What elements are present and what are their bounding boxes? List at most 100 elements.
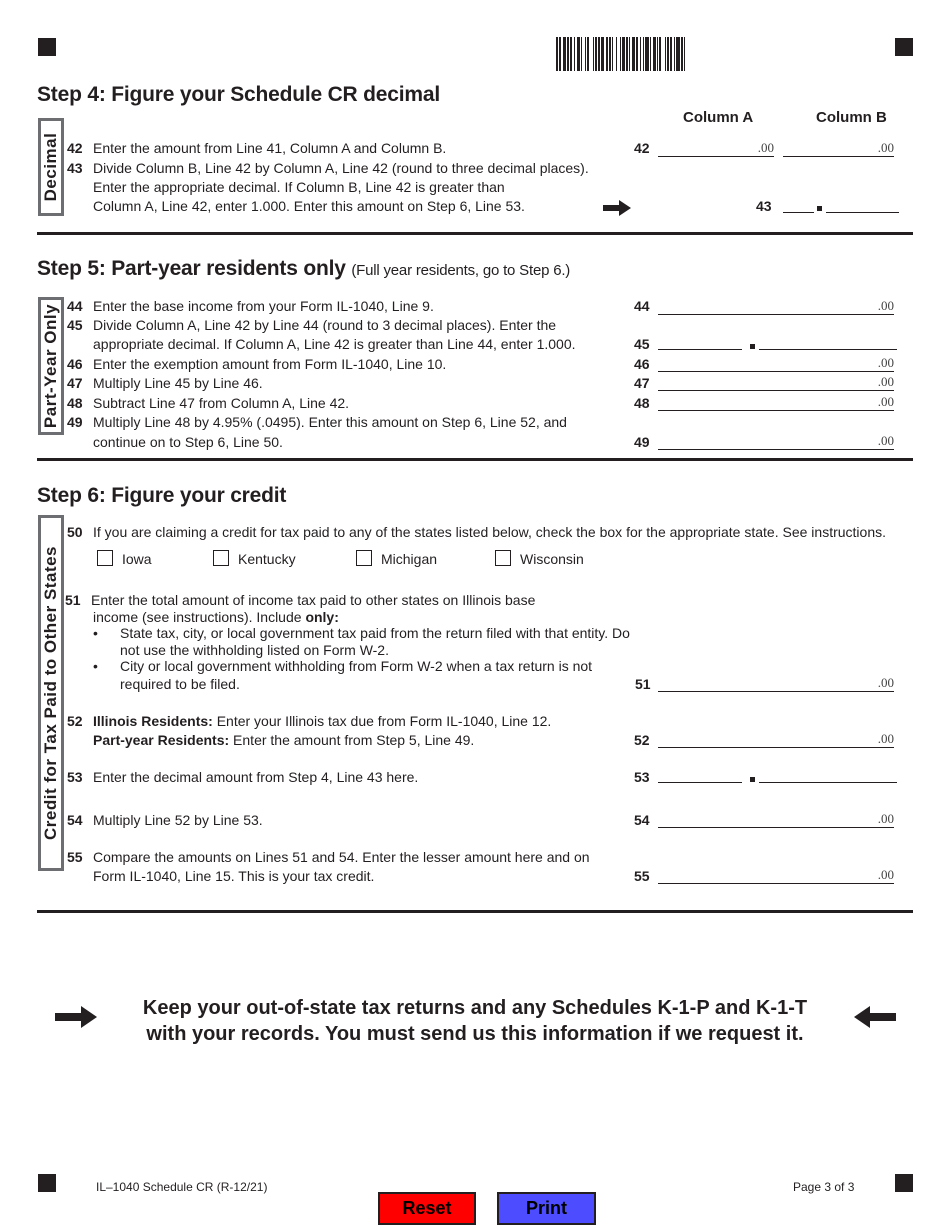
line-42-text: Enter the amount from Line 41, Column A … <box>93 140 447 156</box>
line-51-bullet2-text-cont: required to be filed. <box>120 676 240 692</box>
line-42-column-a-field[interactable]: .00 <box>658 140 774 157</box>
line-53-text: Enter the decimal amount from Step 4, Li… <box>93 769 419 785</box>
part-year-residents-label: Part-year Residents: <box>93 732 230 748</box>
line-55-text: Compare the amounts on Lines 51 and 54. … <box>93 849 590 865</box>
line-number-42: 42 <box>67 140 83 156</box>
line-42-column-b-field[interactable]: .00 <box>783 140 894 157</box>
cents-label: .00 <box>877 731 894 746</box>
print-button[interactable]: Print <box>497 1192 596 1225</box>
field-label-47: 47 <box>634 375 650 391</box>
line-number-48: 48 <box>67 395 83 411</box>
line-number-50: 50 <box>67 524 83 540</box>
line-49-input[interactable] <box>658 433 824 449</box>
barcode-bar <box>685 37 688 71</box>
line-51-text-cont: income (see instructions). Include only: <box>93 609 339 625</box>
step5-title: Step 5: Part-year residents only (Full y… <box>37 257 570 281</box>
line-52-field[interactable]: .00 <box>658 731 894 748</box>
section-divider <box>37 910 913 913</box>
line-52-text-cont: Part-year Residents: Enter the amount fr… <box>93 732 474 748</box>
registration-mark-bottom-left <box>38 1174 56 1192</box>
line-46-field[interactable]: .00 <box>658 355 894 372</box>
field-label-46: 46 <box>634 356 650 372</box>
part-year-side-label-box: Part-Year Only <box>38 297 64 435</box>
registration-mark-top-left <box>38 38 56 56</box>
line-number-49: 49 <box>67 414 83 430</box>
line-47-field[interactable]: .00 <box>658 374 894 391</box>
checkbox-michigan[interactable] <box>356 550 372 566</box>
line-44-input[interactable] <box>658 298 824 314</box>
line-number-54: 54 <box>67 812 83 828</box>
line-48-text: Subtract Line 47 from Column A, Line 42. <box>93 395 350 411</box>
cents-label: .00 <box>877 298 894 313</box>
line-51-only-bold: only: <box>305 609 339 625</box>
line-54-input[interactable] <box>658 811 824 827</box>
part-year-side-label: Part-Year Only <box>41 303 60 429</box>
barcode <box>556 37 752 71</box>
line-51-input[interactable] <box>658 675 824 691</box>
line-43-text: Divide Column B, Line 42 by Column A, Li… <box>93 160 589 176</box>
reset-button[interactable]: Reset <box>378 1192 476 1225</box>
page-number: Page 3 of 3 <box>793 1180 855 1194</box>
line-42-column-a-input[interactable] <box>658 140 740 156</box>
checkbox-label-michigan: Michigan <box>381 551 438 567</box>
line-52-text: Illinois Residents: Enter your Illinois … <box>93 713 551 729</box>
line-49-text-cont: continue on to Step 6, Line 50. <box>93 434 283 450</box>
field-label-42: 42 <box>634 140 650 156</box>
column-b-header: Column B <box>816 109 887 126</box>
checkbox-wisconsin[interactable] <box>495 550 511 566</box>
line-51-bullet1-text: State tax, city, or local government tax… <box>120 625 630 641</box>
credit-side-label-box: Credit for Tax Paid to Other States <box>38 515 64 871</box>
line-48-input[interactable] <box>658 394 824 410</box>
line-49-field[interactable]: .00 <box>658 433 894 450</box>
checkbox-iowa[interactable] <box>97 550 113 566</box>
form-identifier: IL–1040 Schedule CR (R-12/21) <box>96 1180 268 1194</box>
right-arrow-icon <box>55 1006 97 1028</box>
checkbox-kentucky[interactable] <box>213 550 229 566</box>
line-49-text: Multiply Line 48 by 4.95% (.0495). Enter… <box>93 414 567 430</box>
line-55-text-cont: Form IL-1040, Line 15. This is your tax … <box>93 868 375 884</box>
field-label-49: 49 <box>634 434 650 450</box>
records-notice: Keep your out-of-state tax returns and a… <box>100 995 850 1047</box>
line-43-decimal-field[interactable] <box>826 198 899 213</box>
line-55-input[interactable] <box>658 867 824 883</box>
field-label-52: 52 <box>634 732 650 748</box>
cents-label: .00 <box>877 811 894 826</box>
line-51-bullet2-text: City or local government withholding fro… <box>120 658 593 674</box>
line-46-input[interactable] <box>658 355 824 371</box>
line-43-text-cont2: Column A, Line 42, enter 1.000. Enter th… <box>93 198 525 214</box>
line-55-field[interactable]: .00 <box>658 867 894 884</box>
line-45-whole-field[interactable] <box>658 335 742 350</box>
line-number-52: 52 <box>67 713 83 729</box>
cents-label: .00 <box>877 394 894 409</box>
line-number-45: 45 <box>67 317 83 333</box>
line-54-field[interactable]: .00 <box>658 811 894 828</box>
decimal-point-icon <box>817 206 822 211</box>
line-42-column-b-input[interactable] <box>783 140 861 156</box>
step5-subtitle: (Full year residents, go to Step 6.) <box>351 262 571 279</box>
field-label-43: 43 <box>756 198 772 214</box>
line-number-51: 51 <box>65 592 81 608</box>
line-47-input[interactable] <box>658 374 824 390</box>
line-52-text-cont-plain: Enter the amount from Step 5, Line 49. <box>229 732 475 748</box>
line-number-43: 43 <box>67 160 83 176</box>
line-44-field[interactable]: .00 <box>658 298 894 315</box>
line-number-55: 55 <box>67 849 83 865</box>
cents-label: .00 <box>877 355 894 370</box>
line-53-decimal-field[interactable] <box>759 768 897 783</box>
step5-title-text: Step 5: Part-year residents only <box>37 257 346 280</box>
step4-title: Step 4: Figure your Schedule CR decimal <box>37 83 440 106</box>
line-44-text: Enter the base income from your Form IL-… <box>93 298 434 314</box>
line-52-input[interactable] <box>658 731 824 747</box>
step6-title: Step 6: Figure your credit <box>37 484 287 507</box>
line-43-whole-field[interactable] <box>783 198 814 213</box>
line-45-decimal-field[interactable] <box>759 335 897 350</box>
section-divider <box>37 232 913 235</box>
records-notice-line1: Keep your out-of-state tax returns and a… <box>142 997 808 1019</box>
field-label-55: 55 <box>634 868 650 884</box>
registration-mark-top-right <box>895 38 913 56</box>
records-notice-line2: with your records. You must send us this… <box>146 1023 804 1045</box>
line-53-whole-field[interactable] <box>658 768 742 783</box>
line-51-field[interactable]: .00 <box>658 675 894 692</box>
right-arrow-icon <box>603 200 631 216</box>
line-48-field[interactable]: .00 <box>658 394 894 411</box>
